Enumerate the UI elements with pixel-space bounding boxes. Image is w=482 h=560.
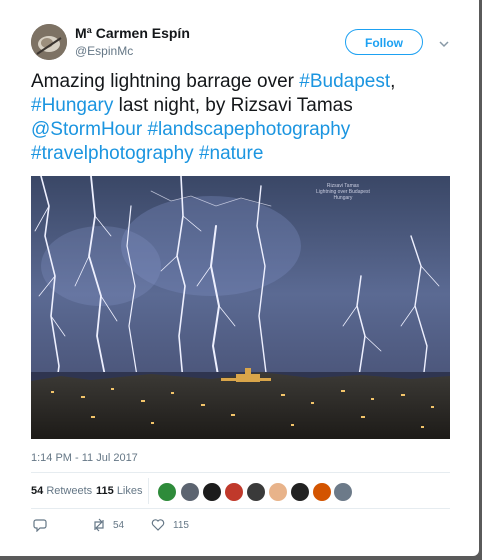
- liker-avatar[interactable]: [291, 483, 309, 501]
- photo-watermark: Rizsavi Tamas Lightning over Budapest Hu…: [316, 183, 370, 201]
- hashtag-landscapephotography[interactable]: #landscapephotography: [147, 119, 350, 140]
- liker-avatar[interactable]: [334, 483, 352, 501]
- reply-icon[interactable]: [33, 518, 47, 535]
- hashtag-budapest[interactable]: #Budapest: [299, 71, 390, 92]
- follow-button[interactable]: Follow: [345, 29, 423, 55]
- liker-avatar[interactable]: [269, 483, 287, 501]
- retweet-button[interactable]: 54: [91, 518, 124, 535]
- likes-stat[interactable]: 115 Likes: [96, 485, 143, 497]
- liker-avatar[interactable]: [158, 483, 176, 501]
- avatar[interactable]: [31, 24, 67, 60]
- tweet-header: Mª Carmen Espín @EspinMc Follow: [31, 24, 461, 64]
- like-count: 115: [173, 520, 189, 531]
- like-button[interactable]: 115: [151, 518, 189, 535]
- tweet-stats: 54 Retweets 115 Likes: [31, 476, 450, 506]
- divider: [31, 472, 450, 473]
- liker-avatar[interactable]: [203, 483, 221, 501]
- hashtag-travelphotography[interactable]: #travelphotography: [31, 143, 194, 164]
- tweet-timestamp[interactable]: 1:14 PM - 11 Jul 2017: [31, 452, 138, 464]
- tweet-actions: 54 115: [31, 514, 450, 538]
- author-handle[interactable]: @EspinMc: [75, 44, 133, 58]
- retweet-count: 54: [113, 520, 125, 531]
- stats-divider: [148, 478, 149, 504]
- hashtag-hungary[interactable]: #Hungary: [31, 95, 113, 116]
- liker-avatar[interactable]: [247, 483, 265, 501]
- hashtag-nature[interactable]: #nature: [199, 143, 263, 164]
- retweet-icon: [94, 518, 104, 532]
- liker-avatar[interactable]: [313, 483, 331, 501]
- retweets-stat[interactable]: 54 Retweets: [31, 485, 92, 497]
- tweet-photo[interactable]: Rizsavi Tamas Lightning over Budapest Hu…: [31, 176, 450, 439]
- divider: [31, 508, 450, 509]
- tweet-text: Amazing lightning barrage over #Budapest…: [31, 71, 396, 164]
- liker-avatar[interactable]: [225, 483, 243, 501]
- tweet-card: Mª Carmen Espín @EspinMc Follow Amazing …: [0, 0, 479, 556]
- lightning-photo-image: [31, 176, 450, 439]
- author-name[interactable]: Mª Carmen Espín: [75, 25, 190, 41]
- liker-avatar[interactable]: [181, 483, 199, 501]
- chevron-down-icon[interactable]: [438, 36, 450, 48]
- mention-stormhour[interactable]: @StormHour: [31, 119, 142, 140]
- heart-icon: [151, 519, 165, 531]
